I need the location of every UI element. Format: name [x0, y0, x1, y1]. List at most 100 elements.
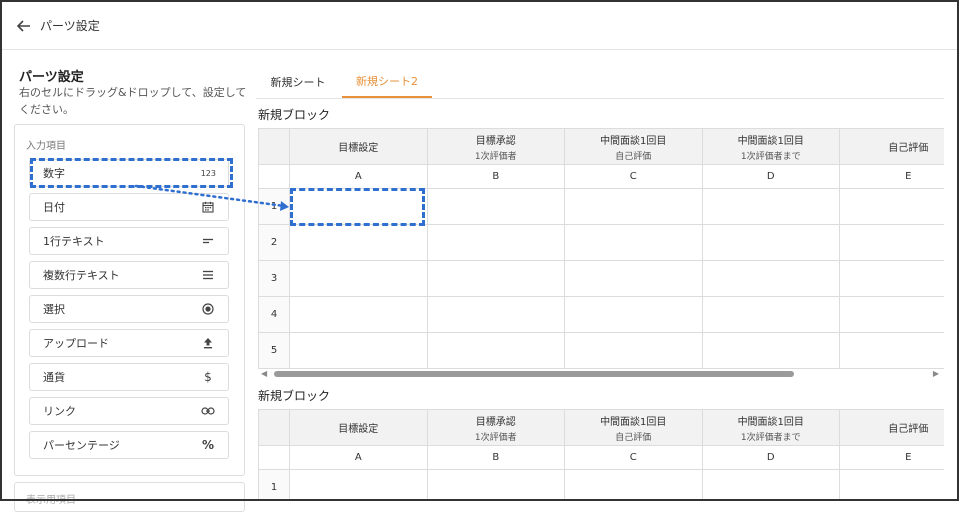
column-title: 中間面談1回目: [600, 135, 667, 147]
palette-item-label: 複数行テキスト: [43, 269, 120, 282]
palette-item-upload[interactable]: アップロード: [29, 329, 229, 357]
palette-item-single-line-text[interactable]: 1行テキスト: [29, 227, 229, 255]
grid-cell[interactable]: [427, 297, 565, 333]
palette-item-multi-line-text[interactable]: 複数行テキスト: [29, 261, 229, 289]
column-header[interactable]: 中間面談1回目 自己評価: [565, 129, 703, 165]
grid-cell[interactable]: [565, 297, 703, 333]
corner-cell: [259, 410, 290, 446]
grid-cell[interactable]: [840, 333, 944, 369]
input-items-palette: 入力項目 数字 123 日付 1行テキスト 複数行テキスト 選択 アップロード …: [14, 124, 245, 476]
row-number[interactable]: 3: [259, 261, 290, 297]
row-number[interactable]: 5: [259, 333, 290, 369]
grid-cell[interactable]: [702, 333, 840, 369]
dollar-icon: $: [204, 370, 212, 384]
grid-cell[interactable]: [840, 297, 944, 333]
percent-icon: %: [201, 438, 215, 452]
palette-item-label: 1行テキスト: [43, 235, 105, 248]
grid-cell[interactable]: [565, 189, 703, 225]
grid-cell[interactable]: [565, 470, 703, 501]
scroll-left-icon[interactable]: ◀: [261, 369, 267, 378]
input-section-label: 入力項目: [26, 141, 66, 152]
corner-cell: [259, 129, 290, 165]
column-header[interactable]: 自己評価: [840, 410, 944, 446]
grid-cell[interactable]: [290, 297, 428, 333]
row-number[interactable]: 4: [259, 297, 290, 333]
palette-item-percentage[interactable]: パーセンテージ %: [29, 431, 229, 459]
grid-cell[interactable]: [702, 189, 840, 225]
block-title: 新規ブロック: [258, 108, 331, 122]
block-title: 新規ブロック: [258, 389, 331, 403]
grid-cell[interactable]: [565, 261, 703, 297]
palette-item-date[interactable]: 日付: [29, 193, 229, 221]
grid-cell[interactable]: [290, 189, 428, 225]
grid-cell[interactable]: [290, 470, 428, 501]
column-header[interactable]: 目標設定: [290, 410, 428, 446]
column-title: 中間面談1回目: [737, 135, 804, 147]
grid-cell[interactable]: [427, 225, 565, 261]
palette-item-currency[interactable]: 通貨 $: [29, 363, 229, 391]
column-title: 中間面談1回目: [600, 416, 667, 428]
column-subtitle: 自己評価: [615, 432, 652, 443]
column-title: 自己評価: [888, 143, 929, 154]
palette-item-label: 通貨: [43, 371, 65, 384]
grid-cell[interactable]: [840, 470, 944, 501]
grid-cell[interactable]: [565, 333, 703, 369]
scrollbar-thumb[interactable]: [274, 371, 794, 377]
palette-item-link[interactable]: リンク: [29, 397, 229, 425]
column-header[interactable]: 目標承認 1次評価者: [427, 129, 565, 165]
row-number[interactable]: 1: [259, 470, 290, 501]
scroll-right-icon[interactable]: ▶: [933, 369, 939, 378]
grid-cell[interactable]: [840, 225, 944, 261]
grid-cell[interactable]: [702, 297, 840, 333]
second-section-label: 表示用項目: [26, 495, 76, 506]
column-letter[interactable]: B: [427, 165, 565, 189]
column-header[interactable]: 目標設定: [290, 129, 428, 165]
calendar-icon: [200, 199, 216, 215]
column-letter[interactable]: C: [565, 446, 703, 470]
grid-cell[interactable]: [427, 470, 565, 501]
column-letter[interactable]: A: [290, 165, 428, 189]
panel-description: 右のセルにドラッグ&ドロップして、設定してください。: [19, 86, 247, 116]
column-letter[interactable]: D: [702, 165, 840, 189]
tab-sheet-1[interactable]: 新規シート: [258, 66, 338, 98]
column-header[interactable]: 目標承認 1次評価者: [427, 410, 565, 446]
tab-divider: [256, 98, 944, 99]
grid-cell[interactable]: [702, 261, 840, 297]
grid-cell[interactable]: [427, 261, 565, 297]
grid-cell[interactable]: [840, 261, 944, 297]
column-header[interactable]: 自己評価: [840, 129, 944, 165]
corner-cell: [259, 446, 290, 470]
column-header[interactable]: 中間面談1回目 自己評価: [565, 410, 703, 446]
grid-cell[interactable]: [565, 225, 703, 261]
upload-icon: [200, 335, 216, 351]
column-header[interactable]: 中間面談1回目 1次評価者まで: [702, 129, 840, 165]
arrow-left-icon[interactable]: [16, 18, 32, 34]
column-letter[interactable]: A: [290, 446, 428, 470]
grid-cell[interactable]: [840, 189, 944, 225]
grid-cell[interactable]: [702, 225, 840, 261]
palette-item-number[interactable]: 数字 123: [29, 159, 229, 187]
row-number[interactable]: 2: [259, 225, 290, 261]
column-letter[interactable]: E: [840, 165, 944, 189]
grid-cell[interactable]: [290, 225, 428, 261]
grid-cell[interactable]: [427, 333, 565, 369]
tab-sheet-2[interactable]: 新規シート2: [342, 66, 432, 98]
grid-cell[interactable]: [290, 333, 428, 369]
column-letter[interactable]: E: [840, 446, 944, 470]
horizontal-scrollbar[interactable]: ◀ ▶: [258, 369, 944, 379]
column-title: 中間面談1回目: [737, 416, 804, 428]
grid-cell[interactable]: [702, 470, 840, 501]
palette-item-label: パーセンテージ: [43, 439, 120, 452]
palette-item-select[interactable]: 選択: [29, 295, 229, 323]
grid-cell[interactable]: [427, 189, 565, 225]
column-letter[interactable]: C: [565, 165, 703, 189]
grid-cell[interactable]: [290, 261, 428, 297]
sheet-grid: 目標設定 A 目標承認 1次評価者 B 中間面談1回目 自己評価 C 中間面談1回目 1次評価者ま…: [258, 128, 944, 369]
sheet-grid: 目標設定 A 目標承認 1次評価者 B 中間面談1回目 自己評価 C 中間面談1回目 1次評価者ま…: [258, 409, 944, 501]
row-number[interactable]: 1: [259, 189, 290, 225]
column-letter[interactable]: D: [702, 446, 840, 470]
column-title: 目標設定: [338, 424, 379, 435]
column-header[interactable]: 中間面談1回目 1次評価者まで: [702, 410, 840, 446]
number-123-icon: 123: [200, 168, 216, 178]
column-letter[interactable]: B: [427, 446, 565, 470]
